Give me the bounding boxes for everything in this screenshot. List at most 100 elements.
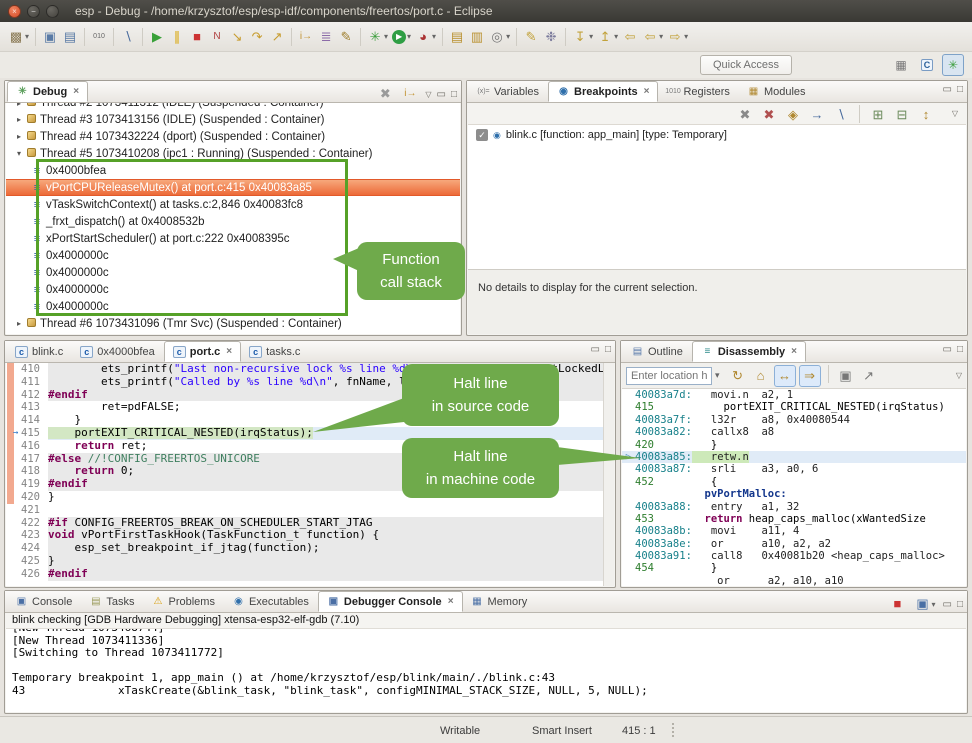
maximize-icon[interactable]: □	[451, 89, 457, 100]
code-line-421[interactable]: 421	[6, 504, 614, 517]
mark-occurrences-icon[interactable]: ✎	[521, 27, 541, 47]
new-wizard-icon[interactable]: ▩▾	[6, 27, 31, 47]
tab-modules[interactable]: ▦Modules	[739, 81, 815, 102]
debug-stack-frame-row[interactable]: ≡_frxt_dispatch() at 0x4008532b	[6, 213, 460, 230]
export-icon[interactable]: ↗	[859, 365, 879, 387]
location-input[interactable]	[626, 367, 712, 385]
disassembly-line[interactable]: ▷40083a85: retw.n	[622, 451, 966, 463]
step-into-icon[interactable]: ↘	[227, 27, 247, 47]
view-menu-icon[interactable]: ▽	[952, 109, 958, 118]
disassembly-line[interactable]: 40083a7d: movi.n a2, 1	[622, 389, 966, 401]
view-menu-icon[interactable]: ▽	[425, 90, 431, 99]
disassembly-content[interactable]: 40083a7d: movi.n a2, 1415 portEXIT_CRITI…	[622, 389, 966, 586]
remove-all-terminated-icon[interactable]: ✖	[375, 84, 395, 104]
instruction-stepping-toggle-icon[interactable]: i→	[400, 84, 420, 104]
close-icon[interactable]: ×	[226, 346, 232, 357]
terminate-icon[interactable]: ■	[887, 594, 907, 614]
terminate-icon[interactable]: ■	[187, 27, 207, 47]
minimize-icon[interactable]: ▭	[437, 89, 446, 100]
link-with-debug-icon[interactable]: ↕	[916, 105, 936, 125]
maximize-icon[interactable]: □	[957, 84, 963, 95]
save-all-icon[interactable]: ▤	[60, 27, 80, 47]
disassembly-line[interactable]: 453 return heap_caps_malloc(xWantedSize	[622, 513, 966, 525]
debug-thread-row[interactable]: ▸Thread #6 1073431096 (Tmr Svc) (Suspend…	[6, 315, 460, 332]
open-type-icon[interactable]: ▤	[447, 27, 467, 47]
cpp-perspective-icon[interactable]: C	[916, 54, 938, 76]
disassembly-line[interactable]: 40083a87: srli a3, a0, 6	[622, 463, 966, 475]
view-menu-icon[interactable]: ▽	[956, 371, 962, 380]
debug-stack-frame-row[interactable]: ≡vTaskSwitchContext() at tasks.c:2,846 0…	[6, 196, 460, 213]
instruction-stepping-icon[interactable]: i→	[296, 27, 316, 47]
back-history-icon[interactable]: ⇦▾	[640, 27, 665, 47]
go-to-file-icon[interactable]: →	[807, 105, 827, 125]
debug-thread-row[interactable]: ▾Thread #5 1073410208 (ipc1 : Running) (…	[6, 145, 460, 162]
remove-breakpoint-icon[interactable]: ✖	[735, 105, 755, 125]
minimize-icon[interactable]: ▭	[943, 84, 952, 95]
annotations-icon[interactable]: ❉	[541, 27, 561, 47]
breakpoint-row[interactable]: ✓ ◉ blink.c [function: app_main] [type: …	[468, 125, 966, 145]
tab-variables[interactable]: (x)=Variables	[469, 81, 548, 102]
expander-icon[interactable]: ▸	[14, 103, 24, 108]
binary-console-icon[interactable]: 010	[89, 27, 109, 47]
tab-problems[interactable]: ⚠Problems	[143, 591, 223, 612]
tab-disassembly[interactable]: ≡Disassembly×	[692, 341, 806, 362]
debug-icon[interactable]: ✳▾	[365, 27, 390, 47]
search-icon[interactable]: ◎▾	[487, 27, 512, 47]
close-icon[interactable]: ×	[448, 596, 454, 607]
tab-tasks[interactable]: ▤Tasks	[81, 591, 143, 612]
show-breakpoints-supported-icon[interactable]: ◈	[783, 105, 803, 125]
tab-outline[interactable]: ▤Outline	[623, 341, 692, 362]
tab-executables[interactable]: ◉Executables	[224, 591, 318, 612]
disassembly-line[interactable]: pvPortMalloc:	[622, 488, 966, 500]
close-icon[interactable]: ×	[791, 346, 797, 357]
previous-edit-icon[interactable]: ↥▾	[595, 27, 620, 47]
back-icon[interactable]: ⇦	[620, 27, 640, 47]
step-return-icon[interactable]: ↗	[267, 27, 287, 47]
step-filters-icon[interactable]: ≣	[316, 27, 336, 47]
save-icon[interactable]: ▣	[40, 27, 60, 47]
edit-filters-icon[interactable]: ✎	[336, 27, 356, 47]
skip-all-breakpoints-icon[interactable]: ∖	[118, 27, 138, 47]
window-maximize-icon[interactable]	[46, 5, 59, 18]
tab-blink-c[interactable]: cblink.c	[7, 341, 72, 362]
suspend-icon[interactable]: ∥	[167, 27, 187, 47]
debug-stack-frame-row[interactable]: ≡0x4000000c	[6, 298, 460, 315]
maximize-icon[interactable]: □	[957, 599, 963, 610]
refresh-view-icon[interactable]: ↻	[728, 365, 748, 387]
run-icon[interactable]: ▶▾	[390, 28, 413, 46]
open-perspective-icon[interactable]: ▦	[890, 54, 912, 76]
code-line-423[interactable]: 423void vPortFirstTaskHook(TaskFunction_…	[6, 529, 614, 542]
tab-tasks-c[interactable]: ctasks.c	[241, 341, 309, 362]
close-icon[interactable]: ×	[73, 86, 79, 97]
tab-console[interactable]: ▣Console	[7, 591, 81, 612]
last-edit-location-icon[interactable]: ↧▾	[570, 27, 595, 47]
track-expression-icon[interactable]: ⇒	[799, 365, 821, 387]
disconnect-icon[interactable]: N	[207, 27, 227, 47]
collapse-all-icon[interactable]: ⊟	[892, 105, 912, 125]
expander-icon[interactable]: ▾	[14, 149, 24, 158]
open-resource-icon[interactable]: ▥	[467, 27, 487, 47]
step-over-icon[interactable]: ↷	[247, 27, 267, 47]
debug-thread-row[interactable]: ▸Thread #2 1073411312 (IDLE) (Suspended …	[6, 103, 460, 111]
disassembly-line[interactable]: 40083a88: entry a1, 32	[622, 501, 966, 513]
tab-debug[interactable]: ✳Debug×	[7, 81, 88, 102]
disassembly-line[interactable]: 420 }	[622, 439, 966, 451]
go-home-icon[interactable]: ⌂	[751, 365, 771, 387]
tab-port-c[interactable]: cport.c×	[164, 341, 241, 362]
console-output[interactable]: [New Thread 1073468744][New Thread 10734…	[6, 629, 966, 712]
expander-icon[interactable]: ▸	[14, 115, 24, 124]
disassembly-line[interactable]: 40083a8e: or a10, a2, a2	[622, 538, 966, 550]
tab-memory[interactable]: ▦Memory	[463, 591, 537, 612]
breakpoint-checkbox[interactable]: ✓	[476, 129, 488, 141]
debug-thread-row[interactable]: ▸Thread #3 1073413156 (IDLE) (Suspended …	[6, 111, 460, 128]
editor-scrollbar[interactable]	[603, 363, 614, 586]
code-line-422[interactable]: 422#if CONFIG_FREERTOS_BREAK_ON_SCHEDULE…	[6, 517, 614, 530]
minimize-icon[interactable]: ▭	[943, 344, 952, 355]
disassembly-line[interactable]: 40083a7f: l32r a8, 0x40080544	[622, 414, 966, 426]
window-close-icon[interactable]: ×	[8, 5, 21, 18]
expand-all-icon[interactable]: ⊞	[868, 105, 888, 125]
disassembly-line[interactable]: 40083a82: callx8 a8	[622, 426, 966, 438]
expander-icon[interactable]: ▸	[14, 319, 24, 328]
maximize-icon[interactable]: □	[957, 344, 963, 355]
window-minimize-icon[interactable]: −	[27, 5, 40, 18]
